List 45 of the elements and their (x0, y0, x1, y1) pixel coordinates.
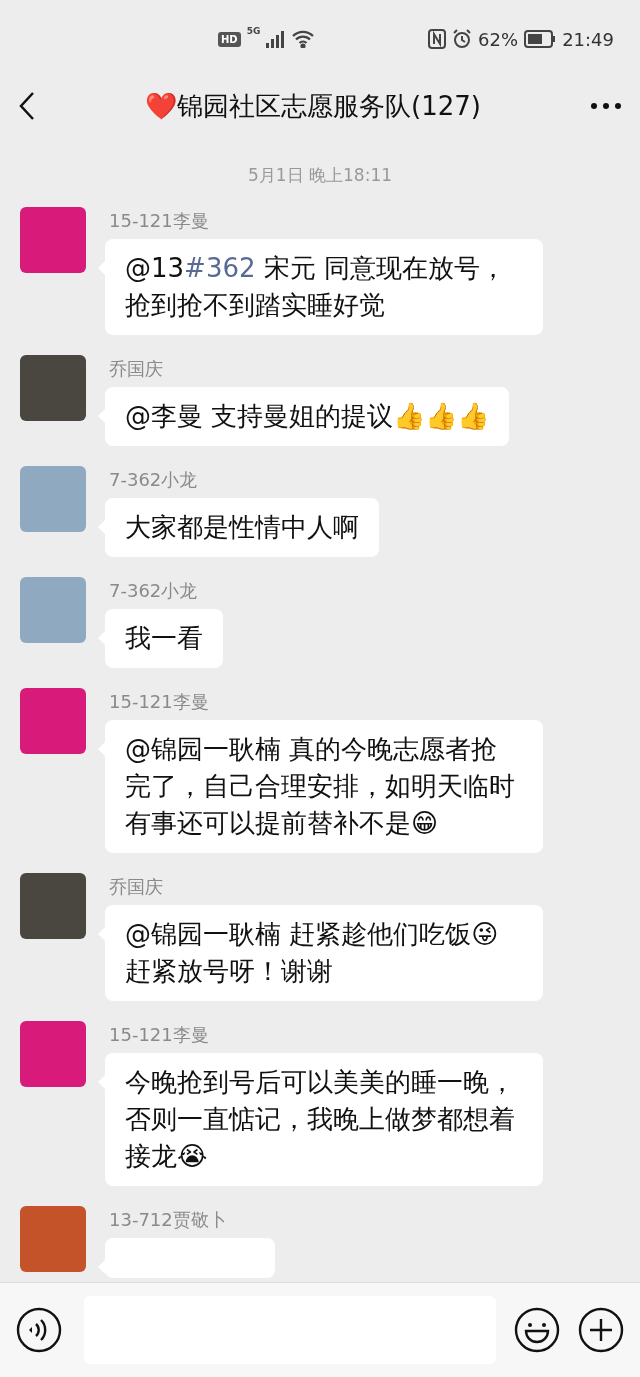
message-bubble: @锦园一耿楠 真的今晚志愿者抢完了，自己合理安排，如明天临时有事还可以提前替补不是😁 (105, 720, 543, 853)
hd-indicator: HD (218, 31, 241, 47)
network-type: 5G (246, 26, 261, 36)
message-bubble: @锦园一耿楠 赶紧趁他们吃饭😜赶紧放号呀！谢谢 (105, 905, 543, 1001)
add-icon (578, 1307, 624, 1353)
message-bubble: @13#362 宋元 同意现在放号，抢到抢不到踏实睡好觉 (105, 239, 543, 335)
clock-time: 21:49 (562, 28, 614, 50)
sender-name: 7-362小龙 (109, 579, 198, 603)
avatar-photo[interactable] (20, 688, 86, 754)
wifi-icon (292, 30, 315, 48)
avatar-photo[interactable] (20, 873, 86, 939)
message-bubble: 我一看 (105, 609, 223, 668)
emoji-icon (514, 1307, 560, 1353)
sender-name: 15-121李曼 (109, 209, 209, 233)
back-button[interactable] (18, 91, 36, 121)
sender-name: 乔国庆 (109, 875, 163, 899)
nfc-icon (428, 29, 447, 49)
message-timestamp: 5月1日 晚上18:11 (248, 164, 392, 187)
voice-icon (16, 1307, 62, 1353)
voice-button[interactable] (16, 1307, 62, 1353)
sender-name: 15-121李曼 (109, 690, 209, 714)
emoji-button[interactable] (514, 1307, 560, 1353)
avatar-photo[interactable] (20, 207, 86, 273)
sender-name: 15-121李曼 (109, 1023, 209, 1047)
chat-title: ❤锦园社区志愿服务队(127) (144, 89, 482, 123)
topic-link[interactable]: #362 (184, 253, 256, 283)
battery-icon (524, 30, 557, 48)
avatar-photo[interactable] (20, 355, 86, 421)
add-button[interactable] (578, 1307, 624, 1353)
message-bubble: 大家都是性情中人啊 (105, 498, 379, 557)
battery-percent: 62% (478, 28, 519, 50)
avatar-photo[interactable] (20, 577, 86, 643)
signal-icon (266, 30, 287, 48)
avatar-photo[interactable] (20, 1021, 86, 1087)
sender-name: 乔国庆 (109, 357, 163, 381)
more-button[interactable] (590, 102, 622, 110)
sender-name: 13-712贾敬卜 (109, 1208, 227, 1232)
message-bubble: @李曼 支持曼姐的提议👍👍👍 (105, 387, 510, 446)
sender-name: 7-362小龙 (109, 468, 198, 492)
alarm-icon (452, 29, 473, 49)
more-icon (590, 102, 622, 110)
message-bubble: 今晚抢到号后可以美美的睡一晚，否则一直惦记，我晚上做梦都想着接龙😭 (105, 1053, 543, 1186)
avatar-photo[interactable] (20, 466, 86, 532)
back-icon (18, 91, 36, 121)
avatar-photo[interactable] (20, 1206, 86, 1272)
